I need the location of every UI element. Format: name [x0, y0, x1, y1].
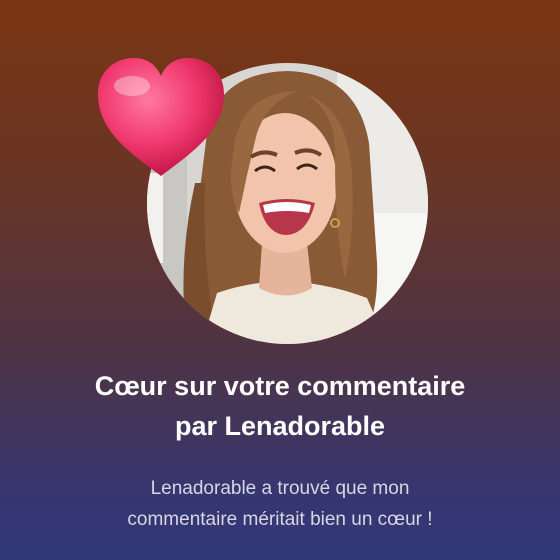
notification-description-line2: commentaire méritait bien un cœur !: [127, 509, 433, 530]
notification-description: Lenadorable a trouvé que mon commentaire…: [0, 473, 560, 535]
notification-title-line1: Cœur sur votre commentaire: [94, 371, 466, 401]
notification-title: Cœur sur votre commentaire par Lenadorab…: [0, 366, 560, 446]
notification-description-line1: Lenadorable a trouvé que mon: [150, 478, 410, 499]
heart-icon: [98, 58, 224, 176]
notification-title-line2: par Lenadorable: [174, 411, 386, 441]
